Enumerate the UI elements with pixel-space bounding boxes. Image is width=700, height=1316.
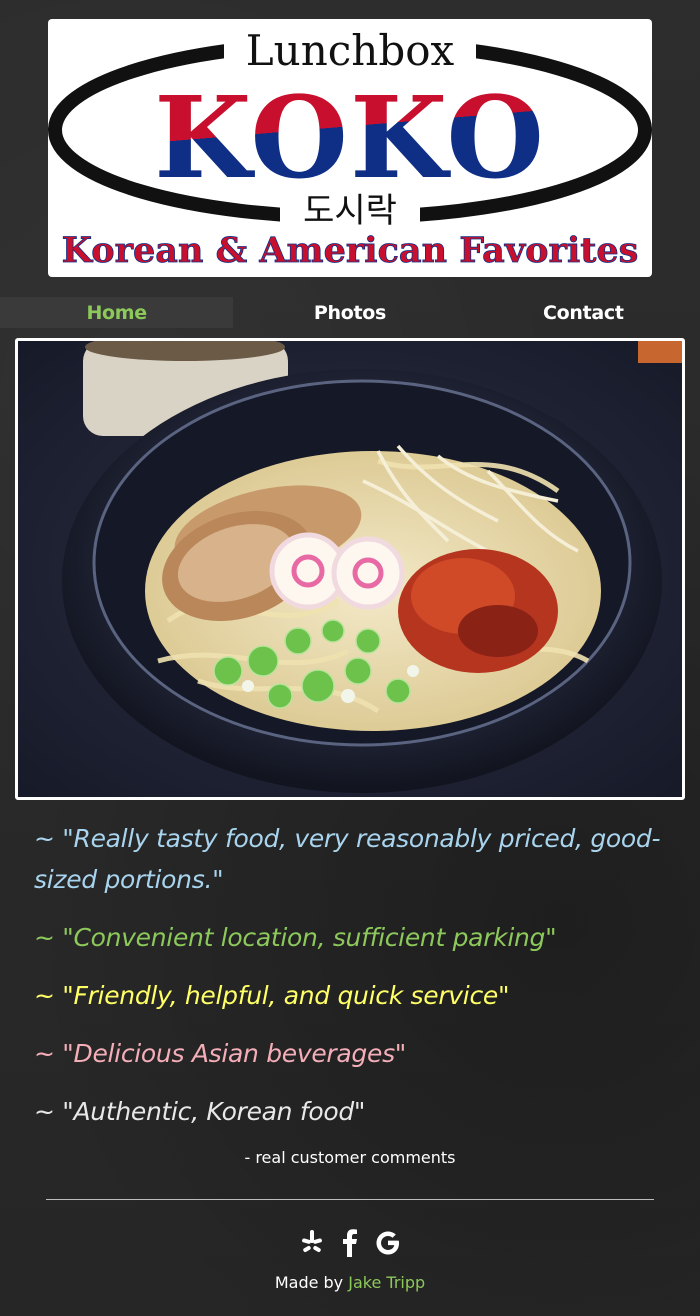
facebook-icon[interactable] — [337, 1228, 363, 1258]
site-logo[interactable]: Lunchbox KOKO 도시락 Korean & American Favo… — [48, 19, 652, 277]
nav-home[interactable]: Home — [0, 297, 234, 328]
logo-graphic: Lunchbox KOKO 도시락 Korean & American Favo… — [48, 26, 652, 271]
quotes-credit: - real customer comments — [244, 1148, 456, 1167]
logo-top-text: Lunchbox — [246, 26, 455, 75]
yelp-icon[interactable] — [299, 1228, 325, 1258]
made-by-prefix: Made by — [274, 1273, 344, 1292]
hero-photo — [15, 338, 685, 800]
logo-tagline: Korean & American Favorites — [62, 230, 639, 271]
main-nav: Home Photos Contact — [0, 297, 700, 328]
made-by: Made by Jake Tripp — [0, 1273, 700, 1292]
quote-item: ~ "Friendly, helpful, and quick service" — [34, 981, 510, 1010]
footer-divider — [46, 1199, 654, 1200]
ramen-illustration — [18, 341, 682, 797]
logo-brand: KOKO — [154, 73, 546, 204]
quote-item: ~ "Delicious Asian beverages" — [34, 1039, 407, 1068]
social-links — [0, 1226, 700, 1260]
google-icon[interactable] — [375, 1228, 401, 1258]
nav-photos[interactable]: Photos — [233, 297, 466, 328]
nav-contact[interactable]: Contact — [467, 297, 700, 328]
logo-korean-text: 도시락 — [303, 191, 397, 231]
author-link[interactable]: Jake Tripp — [348, 1273, 425, 1292]
quote-item: ~ "Authentic, Korean food" — [34, 1097, 366, 1126]
quote-item: ~ "Convenient location, sufficient parki… — [34, 923, 557, 952]
quote-item: ~ "Really tasty food, very reasonably pr… — [34, 824, 661, 894]
customer-quotes: ~ "Really tasty food, very reasonably pr… — [34, 818, 684, 1149]
